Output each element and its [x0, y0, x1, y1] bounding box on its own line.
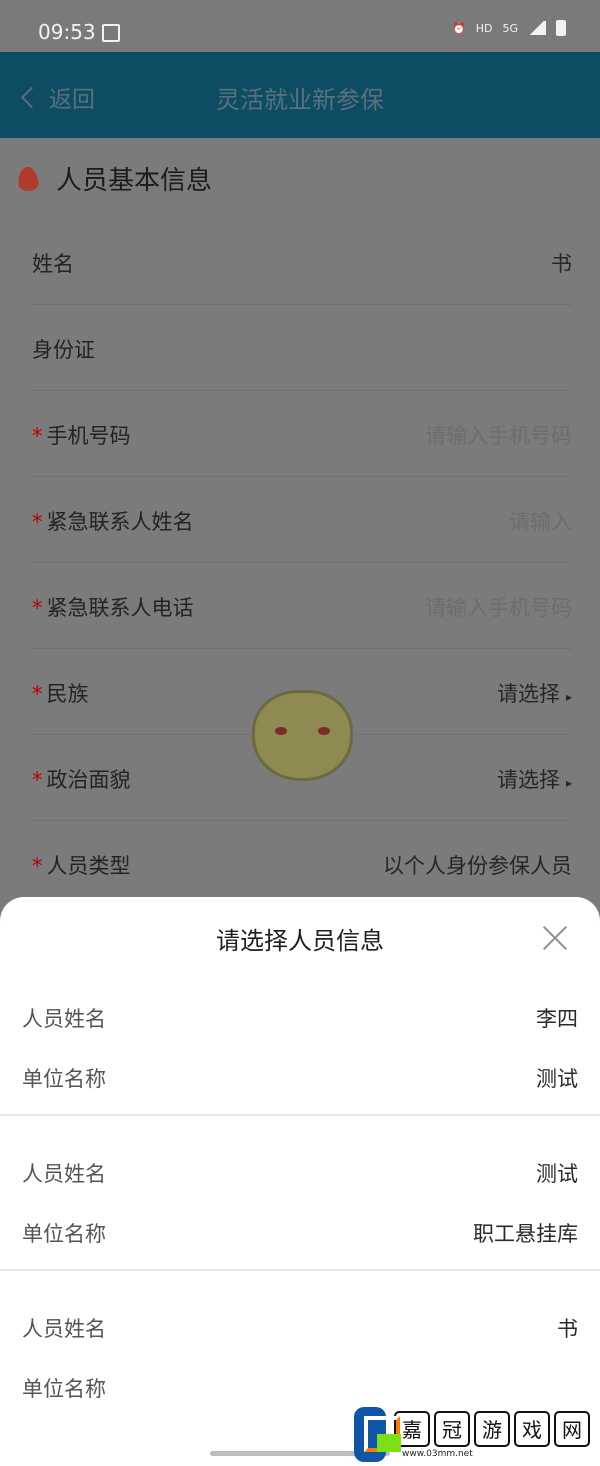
app-header: 返回 灵活就业新参保	[0, 52, 600, 138]
row-placeholder: 请输入	[509, 510, 572, 534]
status-time: 09:53	[38, 20, 96, 44]
form-row-id[interactable]: 身份证	[32, 304, 572, 391]
section-header: 人员基本信息	[16, 160, 213, 197]
row-label: * 人员类型	[32, 854, 131, 878]
row-label: * 政治面貌	[32, 768, 131, 792]
form-row-emergency-name[interactable]: * 紧急联系人姓名 请输入	[32, 476, 572, 563]
person-selection-sheet: 请选择人员信息 人员姓名 李四 单位名称 测试 人员姓名 测试 单位名称 职工悬…	[0, 897, 600, 1466]
main-content: 人员基本信息 姓名 书 身份证 * 手机号码 请输入手机号码 * 紧急联系人姓名 请…	[0, 138, 600, 908]
status-icons: ⏰ HD 5G	[452, 20, 566, 36]
row-label: * 紧急联系人电话	[32, 596, 194, 620]
row-label: 身份证	[32, 338, 95, 362]
row-placeholder: 请输入手机号码	[425, 596, 572, 620]
row-placeholder: 请输入手机号码	[425, 424, 572, 448]
watermark-char: 网	[554, 1410, 590, 1447]
form-row-person-type[interactable]: * 人员类型 以个人身份参保人员	[32, 820, 572, 907]
row-value: 以个人身份参保人员	[383, 854, 572, 878]
sheet-title: 请选择人员信息	[216, 927, 384, 955]
watermark-logo-icon	[354, 1407, 401, 1462]
gallery-icon	[102, 24, 120, 42]
row-label: * 手机号码	[32, 424, 131, 448]
watermark-char: 冠	[434, 1410, 470, 1447]
watermark: 嘉 冠 游 戏 网 www.03mm.net	[354, 1407, 590, 1462]
row-label: * 民族	[32, 682, 89, 706]
chevron-right-icon: ▸	[565, 690, 572, 704]
close-icon[interactable]	[542, 925, 568, 951]
hd-label: HD	[475, 21, 493, 35]
watermark-char: 戏	[514, 1410, 550, 1447]
row-value: 书	[551, 252, 572, 276]
section-title: 人员基本信息	[56, 166, 213, 196]
battery-icon	[556, 20, 566, 36]
person-option-3[interactable]: 人员姓名 书 单位名称	[0, 1269, 600, 1424]
flame-icon	[16, 165, 40, 192]
mascot-icon	[252, 690, 353, 781]
watermark-char: 游	[474, 1410, 510, 1447]
person-option-1[interactable]: 人员姓名 李四 单位名称 测试	[0, 959, 600, 1116]
row-select: 请选择 ▸	[496, 682, 572, 706]
watermark-url: www.03mm.net	[402, 1448, 473, 1459]
page-title: 灵活就业新参保	[216, 86, 384, 114]
watermark-text: 嘉 冠 游 戏 网 www.03mm.net	[394, 1410, 590, 1459]
alarm-icon: ⏰	[452, 21, 466, 35]
row-select: 请选择 ▸	[496, 768, 572, 792]
form-row-name[interactable]: 姓名 书	[32, 218, 572, 305]
status-bar: 09:53 ⏰ HD 5G	[0, 0, 600, 52]
person-option-2[interactable]: 人员姓名 测试 单位名称 职工悬挂库	[0, 1114, 600, 1271]
chevron-right-icon: ▸	[565, 776, 572, 790]
signal-icon	[528, 21, 546, 35]
network-label: 5G	[502, 21, 518, 35]
form-row-emergency-phone[interactable]: * 紧急联系人电话 请输入手机号码	[32, 562, 572, 649]
row-label: * 紧急联系人姓名	[32, 510, 194, 534]
form-row-phone[interactable]: * 手机号码 请输入手机号码	[32, 390, 572, 477]
row-label: 姓名	[32, 252, 74, 276]
